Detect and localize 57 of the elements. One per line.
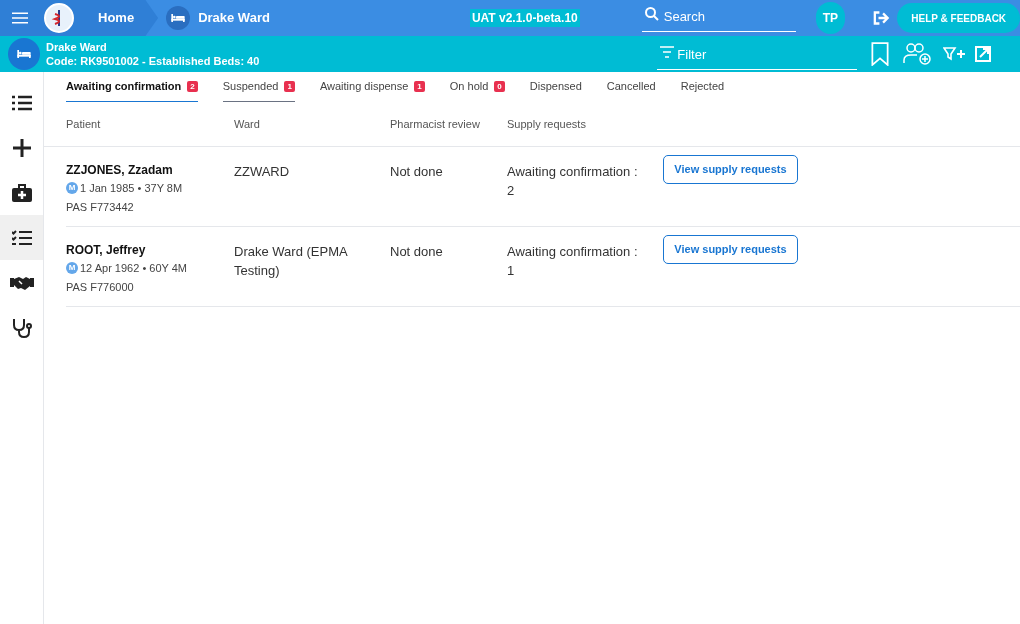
- checklist-icon: [11, 229, 32, 246]
- logout-icon[interactable]: [873, 10, 892, 26]
- home-breadcrumb[interactable]: Home: [98, 8, 135, 28]
- app-logo-icon: [44, 3, 74, 33]
- date-of-birth: 1 Jan 1985 • 37Y 8M: [80, 181, 183, 196]
- bed-icon: [166, 6, 191, 30]
- status-tab[interactable]: Suspended 1: [222, 78, 295, 102]
- count-badge: 0: [494, 80, 505, 92]
- column-header: Patient: [66, 116, 102, 132]
- ward-cell-text: ZZWARD: [234, 163, 291, 181]
- ward-name: Drake Ward: [46, 40, 108, 54]
- view-supply-requests-button[interactable]: View supply requests: [663, 235, 798, 264]
- search-icon: [643, 6, 660, 23]
- environment-label: UAT v2.1.0-beta.10: [469, 9, 580, 27]
- column-header: Pharmacist review: [390, 116, 481, 132]
- pas-number: PAS F773442: [66, 199, 135, 215]
- tab-label: Awaiting confirmation: [66, 79, 182, 94]
- count-badge: 1: [414, 80, 425, 92]
- column-header: Ward: [234, 116, 261, 132]
- tab-label: Dispensed: [529, 79, 582, 94]
- tab-label: Cancelled: [606, 79, 656, 94]
- supply-cell-text: Awaiting confirmation : 1: [507, 243, 639, 280]
- view-supply-requests-button[interactable]: View supply requests: [663, 155, 798, 184]
- filter-field[interactable]: Filter: [657, 45, 858, 70]
- tab-label: On hold: [449, 79, 489, 94]
- ward-details: Code: RK9501002 - Established Beds: 40: [46, 54, 260, 68]
- patient-name: ROOT, Jeffrey: [66, 242, 147, 258]
- tab-label: Suspended: [222, 79, 279, 94]
- status-tab[interactable]: Dispensed: [529, 78, 582, 102]
- date-of-birth: 12 Apr 1962 • 60Y 4M: [80, 261, 187, 276]
- supply-cell-text: Awaiting confirmation : 2: [507, 163, 639, 200]
- sidebar-item[interactable]: [0, 215, 43, 260]
- column-header: Supply requests: [507, 116, 587, 132]
- status-tab[interactable]: Rejected: [680, 78, 725, 102]
- tab-label: Awaiting dispense: [319, 79, 409, 94]
- ward-cell-text: Drake Ward (EPMA Testing): [234, 243, 349, 280]
- status-tab[interactable]: On hold 0: [449, 78, 505, 102]
- medical-kit-icon: [11, 183, 32, 202]
- stethoscope-icon: [11, 317, 32, 338]
- count-badge: 2: [187, 80, 198, 92]
- count-badge: 1: [284, 80, 295, 92]
- filter-icon: [659, 46, 676, 59]
- gender-badge: M: [66, 182, 78, 195]
- handshake-icon: [9, 274, 34, 291]
- patient-name: ZZJONES, Zzadam: [66, 162, 174, 178]
- review-cell-text: Not done: [390, 163, 444, 181]
- status-tab[interactable]: Awaiting dispense 1: [319, 78, 425, 102]
- search-field[interactable]: Search: [641, 7, 796, 32]
- review-cell-text: Not done: [390, 243, 444, 261]
- status-tab[interactable]: Awaiting confirmation 2: [66, 78, 198, 102]
- plus-icon: [12, 138, 31, 157]
- bed-icon: [8, 38, 40, 70]
- gender-badge: M: [66, 262, 78, 275]
- pas-number: PAS F776000: [66, 279, 135, 295]
- list-icon: [11, 94, 32, 111]
- status-tab[interactable]: Cancelled: [606, 78, 656, 102]
- tab-label: Rejected: [680, 79, 725, 94]
